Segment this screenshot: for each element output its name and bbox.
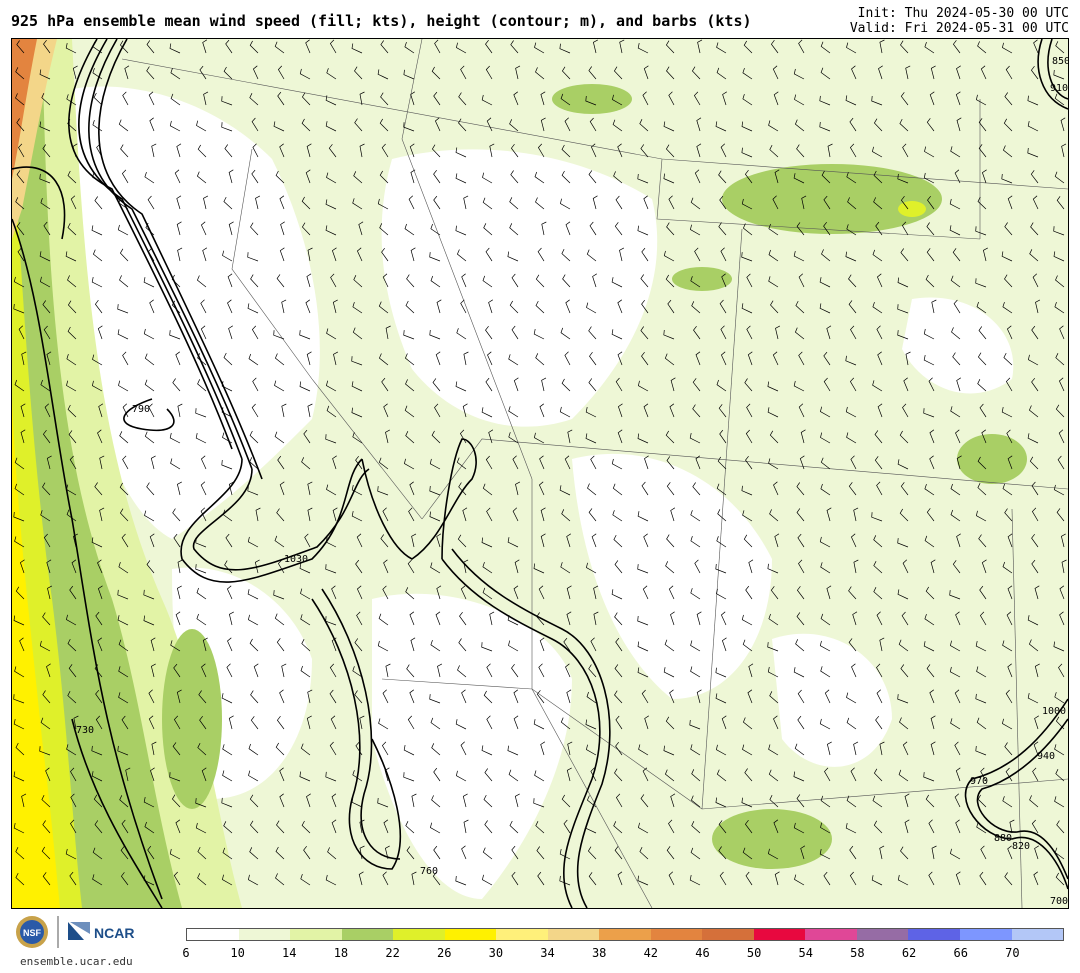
fill-patch-7 — [712, 809, 832, 869]
contour-label: 910 — [1050, 83, 1068, 94]
colorbar-segment — [1011, 929, 1064, 940]
site-url: ensemble.ucar.edu — [20, 955, 133, 968]
fill-patch-6 — [898, 201, 926, 217]
colorbar-segment — [599, 929, 651, 940]
contour-label: 1030 — [284, 554, 308, 565]
colorbar — [186, 928, 1064, 941]
colorbar-tick-label: 62 — [901, 946, 917, 960]
init-time: Init: Thu 2024-05-30 00 UTC — [857, 6, 1069, 21]
fill-patch-2 — [552, 84, 632, 114]
colorbar-tick-label: 26 — [437, 946, 452, 960]
colorbar-segment — [702, 929, 754, 940]
contour-label: 790 — [132, 404, 150, 415]
colorbar-segment — [187, 929, 239, 940]
colorbar-tick-label: 10 — [230, 946, 245, 960]
fill-patch-4 — [672, 267, 732, 291]
colorbar-segment — [444, 929, 497, 940]
colorbar-tick-label: 50 — [746, 946, 762, 960]
colorbar-tick-label: 46 — [695, 946, 710, 960]
valid-time: Valid: Fri 2024-05-31 00 UTC — [849, 21, 1069, 36]
contour-label: 1000 — [1042, 706, 1066, 717]
wind-map: 790 850 910 820 970 1030 1000 940 880 76… — [11, 38, 1069, 909]
colorbar-tick-label: 6 — [182, 946, 190, 960]
colorbar-segment — [650, 929, 703, 940]
colorbar-segment — [393, 929, 445, 940]
colorbar-tick-label: 22 — [385, 946, 400, 960]
page-title: 925 hPa ensemble mean wind speed (fill; … — [11, 12, 752, 30]
contour-label: 730 — [76, 725, 94, 736]
colorbar-segment — [238, 929, 291, 940]
ncar-logo-text: NCAR — [94, 925, 134, 941]
colorbar-tick-label: 38 — [591, 946, 607, 960]
colorbar-segment — [290, 929, 342, 940]
contour-label: 760 — [420, 866, 438, 877]
contour-label: 700 — [1050, 896, 1068, 907]
colorbar-tick-label: 66 — [953, 946, 968, 960]
contour-label: 940 — [1037, 751, 1055, 762]
fill-patch-3 — [957, 434, 1027, 484]
logos: NSF NCAR — [16, 916, 134, 948]
colorbar-tick-label: 58 — [850, 946, 865, 960]
colorbar-tick-label: 30 — [488, 946, 504, 960]
colorbar-segment — [805, 929, 857, 940]
colorbar-segment — [547, 929, 600, 940]
colorbar-tick-label: 70 — [1005, 946, 1020, 960]
colorbar-tick-label: 18 — [333, 946, 349, 960]
colorbar-segment — [341, 929, 394, 940]
colorbar-tick-label: 34 — [540, 946, 555, 960]
colorbar-segment — [856, 929, 909, 940]
fill-patch-5 — [162, 629, 222, 809]
contour-label: 820 — [1012, 841, 1030, 852]
map-canvas: 790 850 910 820 970 1030 1000 940 880 76… — [12, 39, 1068, 908]
colorbar-ticks: 6 10 14 18 22 26 30 34 38 42 46 50 54 58 62 66 70 — [182, 946, 1064, 962]
contour-label: 970 — [970, 776, 988, 787]
contour-label: 880 — [994, 833, 1012, 844]
colorbar-segment — [959, 929, 1012, 940]
nsf-logo-text: NSF — [23, 928, 42, 938]
colorbar-segment — [496, 929, 548, 940]
colorbar-segment — [908, 929, 960, 940]
contour-label: 850 — [1052, 56, 1068, 67]
forecast-meta: Init: Thu 2024-05-30 00 UTC Valid: Fri 2… — [850, 6, 1069, 36]
colorbar-tick-label: 14 — [282, 946, 297, 960]
colorbar-tick-label: 54 — [798, 946, 813, 960]
colorbar-tick-label: 42 — [643, 946, 659, 960]
colorbar-segment — [753, 929, 806, 940]
fill-patch-1 — [722, 164, 942, 234]
